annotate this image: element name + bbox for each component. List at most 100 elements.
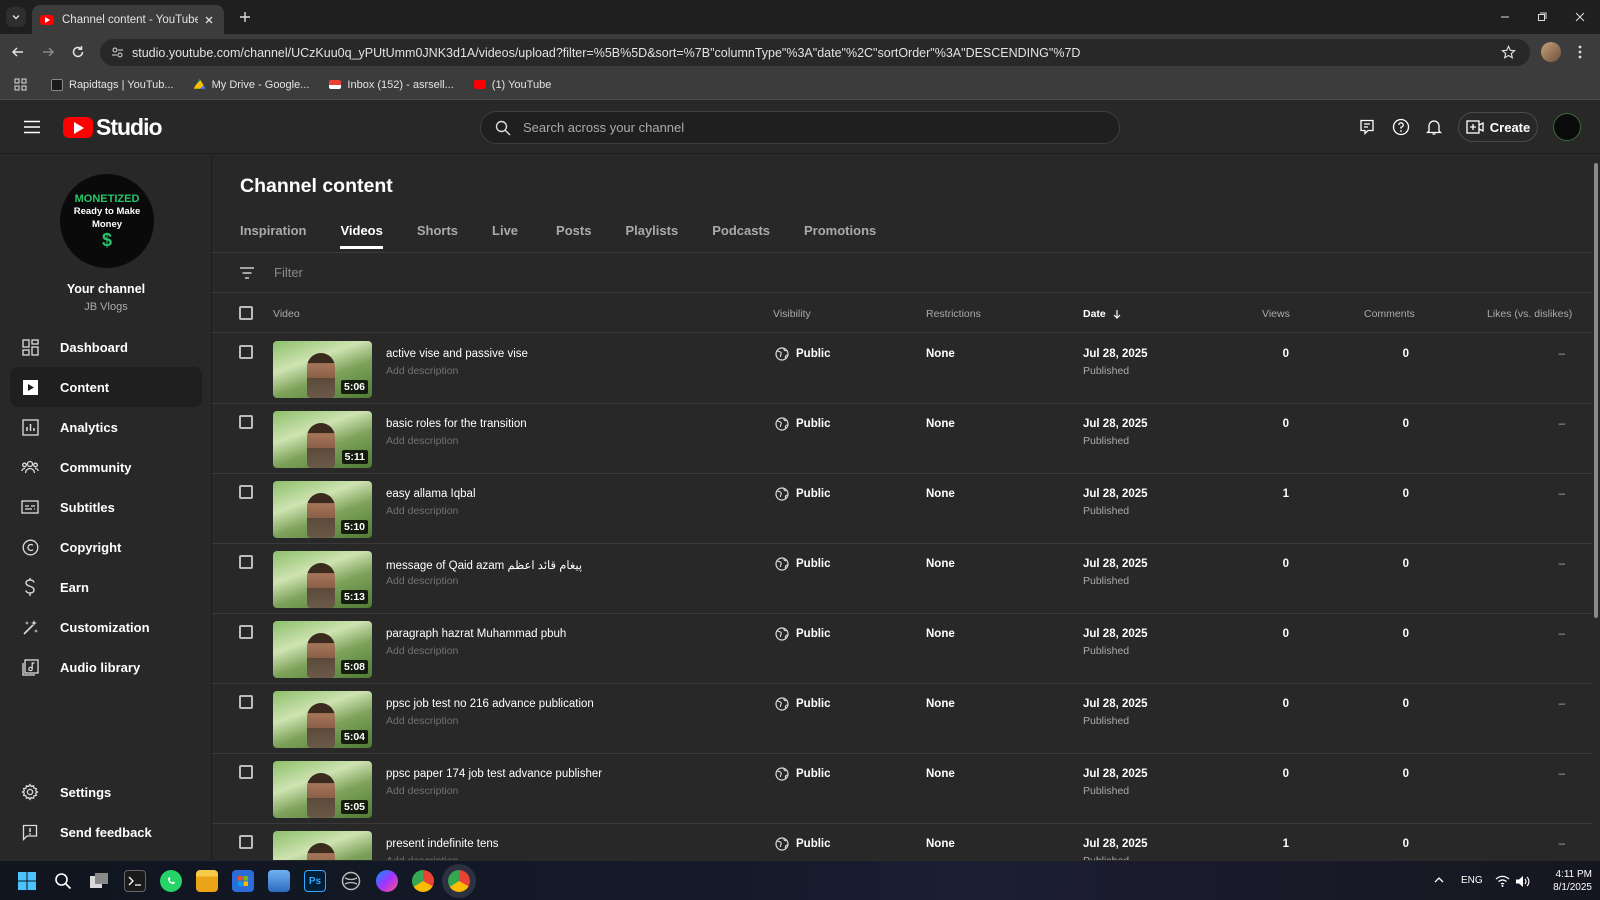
video-title[interactable]: ppsc job test no 216 advance publication bbox=[386, 698, 594, 710]
row-checkbox[interactable] bbox=[239, 625, 253, 639]
video-description[interactable]: Add description bbox=[386, 575, 458, 587]
video-title[interactable]: message of Qaid azam پیغام قائد اعظم bbox=[386, 558, 582, 572]
address-bar[interactable]: studio.youtube.com/channel/UCzKuu0q_yPUt… bbox=[100, 39, 1530, 66]
window-close-button[interactable] bbox=[1571, 8, 1589, 26]
visibility-cell[interactable]: Public bbox=[774, 346, 831, 361]
table-row[interactable]: 5:13 message of Qaid azam پیغام قائد اعظم… bbox=[212, 544, 1592, 614]
video-title[interactable]: easy allama Iqbal bbox=[386, 488, 476, 500]
channel-search[interactable] bbox=[480, 111, 1120, 144]
visibility-cell[interactable]: Public bbox=[774, 766, 831, 781]
row-checkbox[interactable] bbox=[239, 765, 253, 779]
whatsapp-app-icon[interactable] bbox=[160, 870, 182, 892]
column-header-visibility[interactable]: Visibility bbox=[773, 308, 811, 320]
chrome-app-icon[interactable] bbox=[412, 870, 434, 892]
tab-videos[interactable]: Videos bbox=[340, 213, 384, 249]
messages-button[interactable] bbox=[1356, 116, 1378, 138]
sidebar-item-community[interactable]: Community bbox=[10, 447, 202, 487]
studio-logo[interactable]: Studio bbox=[63, 114, 163, 141]
restore-button[interactable] bbox=[1533, 8, 1551, 26]
bookmark-youtube[interactable]: (1) YouTube bbox=[473, 79, 551, 91]
site-info-icon[interactable] bbox=[110, 46, 124, 60]
row-checkbox[interactable] bbox=[239, 415, 253, 429]
video-thumbnail[interactable]: 5:13 bbox=[273, 551, 372, 608]
column-header-restrictions[interactable]: Restrictions bbox=[926, 308, 981, 320]
filter-icon[interactable] bbox=[238, 264, 256, 282]
bookmark-rapidtags[interactable]: Rapidtags | YouTub... bbox=[51, 78, 174, 91]
video-description[interactable]: Add description bbox=[386, 365, 458, 377]
video-title[interactable]: paragraph hazrat Muhammad pbuh bbox=[386, 628, 566, 640]
microsoft-store-app-icon[interactable] bbox=[232, 870, 254, 892]
sidebar-item-copyright[interactable]: Copyright bbox=[10, 527, 202, 567]
terminal-app-icon[interactable] bbox=[124, 870, 146, 892]
new-tab-button[interactable] bbox=[236, 8, 254, 26]
visibility-cell[interactable]: Public bbox=[774, 416, 831, 431]
sidebar-item-analytics[interactable]: Analytics bbox=[10, 407, 202, 447]
visibility-cell[interactable]: Public bbox=[774, 556, 831, 571]
minimize-button[interactable] bbox=[1496, 8, 1514, 26]
show-hidden-icons-button[interactable] bbox=[1432, 873, 1446, 887]
table-row[interactable]: 5:11 basic roles for the transition Add de… bbox=[212, 404, 1592, 474]
column-header-views[interactable]: Views bbox=[1262, 308, 1290, 320]
video-description[interactable]: Add description bbox=[386, 435, 458, 447]
input-language[interactable]: ENG bbox=[1461, 875, 1483, 886]
hamburger-menu-button[interactable] bbox=[22, 117, 42, 137]
your-channel-label[interactable]: Your channel bbox=[0, 282, 212, 296]
video-thumbnail[interactable] bbox=[273, 831, 372, 860]
volume-icon[interactable] bbox=[1514, 873, 1530, 889]
video-title[interactable]: present indefinite tens bbox=[386, 838, 499, 850]
table-row[interactable]: 5:06 active vise and passive vise Add desc… bbox=[212, 334, 1592, 404]
sidebar-item-dashboard[interactable]: Dashboard bbox=[10, 327, 202, 367]
video-thumbnail[interactable]: 5:04 bbox=[273, 691, 372, 748]
table-row[interactable]: 5:04 ppsc job test no 216 advance publica… bbox=[212, 684, 1592, 754]
tab-promotions[interactable]: Promotions bbox=[804, 213, 876, 247]
row-checkbox[interactable] bbox=[239, 345, 253, 359]
photos-app-icon[interactable] bbox=[268, 870, 290, 892]
tab-playlists[interactable]: Playlists bbox=[625, 213, 678, 247]
row-checkbox[interactable] bbox=[239, 835, 253, 849]
row-checkbox[interactable] bbox=[239, 695, 253, 709]
apps-grid-icon[interactable] bbox=[14, 78, 27, 91]
filter-input[interactable] bbox=[274, 265, 674, 280]
tab-podcasts[interactable]: Podcasts bbox=[712, 213, 770, 247]
tab-posts[interactable]: Posts bbox=[556, 213, 591, 247]
visibility-cell[interactable]: Public bbox=[774, 626, 831, 641]
back-button[interactable] bbox=[8, 42, 28, 62]
video-title[interactable]: active vise and passive vise bbox=[386, 348, 528, 360]
table-row[interactable]: present indefinite tensAdd descriptionPu… bbox=[212, 824, 1592, 860]
sidebar-item-settings[interactable]: Settings bbox=[10, 772, 202, 812]
browser-menu-button[interactable] bbox=[1572, 43, 1588, 61]
browser-tab-active[interactable]: Channel content - YouTube Stu bbox=[32, 5, 224, 34]
table-row[interactable]: 5:08 paragraph hazrat Muhammad pbuh Add de… bbox=[212, 614, 1592, 684]
bookmark-google-drive[interactable]: My Drive - Google... bbox=[193, 78, 309, 91]
system-clock[interactable]: 4:11 PM 8/1/2025 bbox=[1538, 868, 1592, 894]
notifications-button[interactable] bbox=[1423, 116, 1445, 138]
task-view-button[interactable] bbox=[88, 870, 110, 892]
column-header-comments[interactable]: Comments bbox=[1364, 308, 1415, 320]
video-thumbnail[interactable]: 5:10 bbox=[273, 481, 372, 538]
taskbar-search-button[interactable] bbox=[52, 870, 74, 892]
video-thumbnail[interactable]: 5:11 bbox=[273, 411, 372, 468]
chrome-active-app-icon[interactable] bbox=[448, 870, 470, 892]
sidebar-item-audio-library[interactable]: Audio library bbox=[10, 647, 202, 687]
visibility-cell[interactable]: Public bbox=[774, 486, 831, 501]
video-description[interactable]: Add description bbox=[386, 505, 458, 517]
tab-shorts[interactable]: Shorts bbox=[417, 213, 458, 247]
account-avatar[interactable] bbox=[1553, 113, 1581, 141]
sidebar-item-customization[interactable]: Customization bbox=[10, 607, 202, 647]
video-thumbnail[interactable]: 5:06 bbox=[273, 341, 372, 398]
table-row[interactable]: 5:05 ppsc paper 174 job test advance publ… bbox=[212, 754, 1592, 824]
video-description[interactable]: Add description bbox=[386, 715, 458, 727]
create-button[interactable]: Create bbox=[1458, 112, 1538, 142]
help-button[interactable] bbox=[1390, 116, 1412, 138]
video-thumbnail[interactable]: 5:08 bbox=[273, 621, 372, 678]
tab-inspiration[interactable]: Inspiration bbox=[240, 213, 306, 247]
select-all-checkbox[interactable] bbox=[239, 306, 253, 320]
photoshop-app-icon[interactable]: Ps bbox=[304, 870, 326, 892]
browser-profile-avatar[interactable] bbox=[1541, 42, 1561, 62]
row-checkbox[interactable] bbox=[239, 555, 253, 569]
bookmark-gmail-inbox[interactable]: Inbox (152) - asrsell... bbox=[329, 79, 454, 91]
bookmark-star-icon[interactable] bbox=[1500, 45, 1516, 61]
tab-search-button[interactable] bbox=[6, 7, 26, 27]
video-description[interactable]: Add description bbox=[386, 785, 458, 797]
column-header-date[interactable]: Date bbox=[1083, 308, 1122, 320]
